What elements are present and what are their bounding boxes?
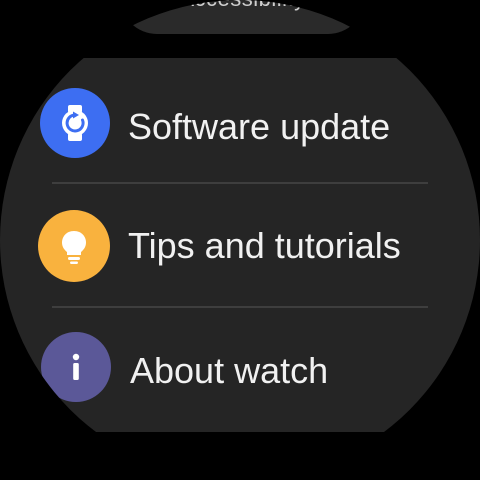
menu-item-label: About watch: [130, 350, 329, 391]
lightbulb-icon: [38, 210, 110, 282]
settings-list: Software update Tips and tutorials About…: [0, 58, 480, 432]
menu-item-software-update[interactable]: Software update: [0, 62, 480, 184]
menu-item-label: Tips and tutorials: [128, 225, 401, 266]
menu-item-about-watch[interactable]: About watch: [0, 308, 480, 430]
watch-refresh-icon: [40, 88, 110, 158]
menu-item-tips-and-tutorials[interactable]: Tips and tutorials: [0, 184, 480, 306]
menu-item-accessibility[interactable]: Accessibility: [120, 0, 365, 34]
watch-screen: Accessibility Software update: [0, 0, 480, 480]
menu-item-label: Accessibility: [120, 0, 365, 12]
info-icon: [41, 332, 111, 402]
menu-item-label: Software update: [128, 106, 391, 147]
